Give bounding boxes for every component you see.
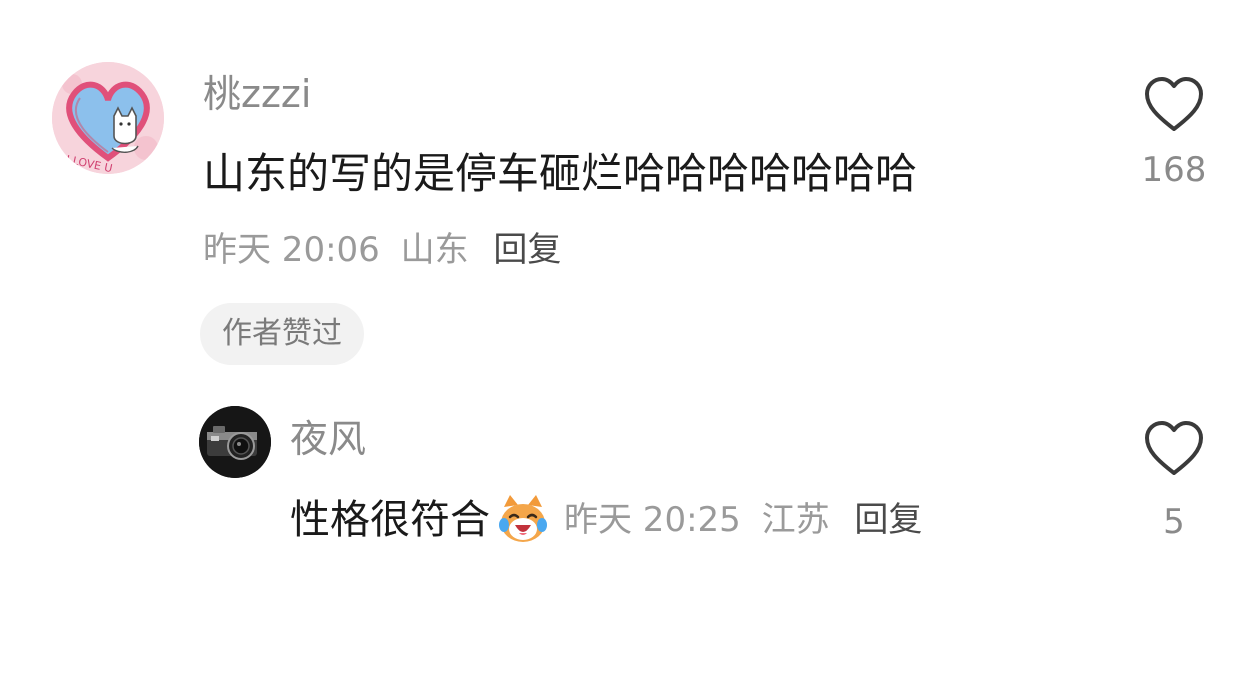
reply-time: 昨天 20:25	[564, 500, 741, 540]
comment-list: I LOVE U 桃zzzi 山东的写的是停车砸烂哈哈哈哈哈哈哈 昨天 20:0…	[0, 0, 1260, 696]
like-count: 168	[1141, 150, 1207, 190]
heart-cat-avatar-icon: I LOVE U	[52, 62, 164, 174]
camera-avatar-icon	[199, 406, 271, 478]
author-liked-badge: 作者赞过	[200, 303, 364, 365]
reply-button[interactable]: 回复	[493, 226, 561, 274]
like-count: 5	[1163, 502, 1185, 542]
laughing-cat-emoji-icon	[496, 493, 550, 547]
comment-text[interactable]: 山东的写的是停车砸烂哈哈哈哈哈哈哈	[203, 146, 917, 202]
reply-content-row: 性格很符合 昨天 20:25 江苏 回复	[290, 492, 922, 548]
comment-meta: 昨天 20:06 山东 回复	[203, 226, 561, 274]
reply-username[interactable]: 夜风	[290, 415, 366, 463]
avatar[interactable]: I LOVE U	[52, 62, 164, 174]
avatar[interactable]	[199, 406, 271, 478]
reply-text[interactable]: 性格很符合	[290, 492, 490, 548]
reply-location: 江苏	[761, 500, 830, 540]
reply-meta: 昨天 20:25 江苏 回复	[564, 492, 922, 548]
comment-username[interactable]: 桃zzzi	[203, 70, 311, 118]
comment-time: 昨天 20:06	[203, 230, 380, 270]
reply-button[interactable]: 回复	[854, 500, 922, 540]
like-button[interactable]: 5	[1119, 420, 1229, 542]
like-button[interactable]: 168	[1119, 76, 1229, 190]
comment-location: 山东	[400, 230, 469, 270]
heart-outline-icon[interactable]	[1143, 76, 1205, 134]
heart-outline-icon[interactable]	[1143, 420, 1205, 478]
